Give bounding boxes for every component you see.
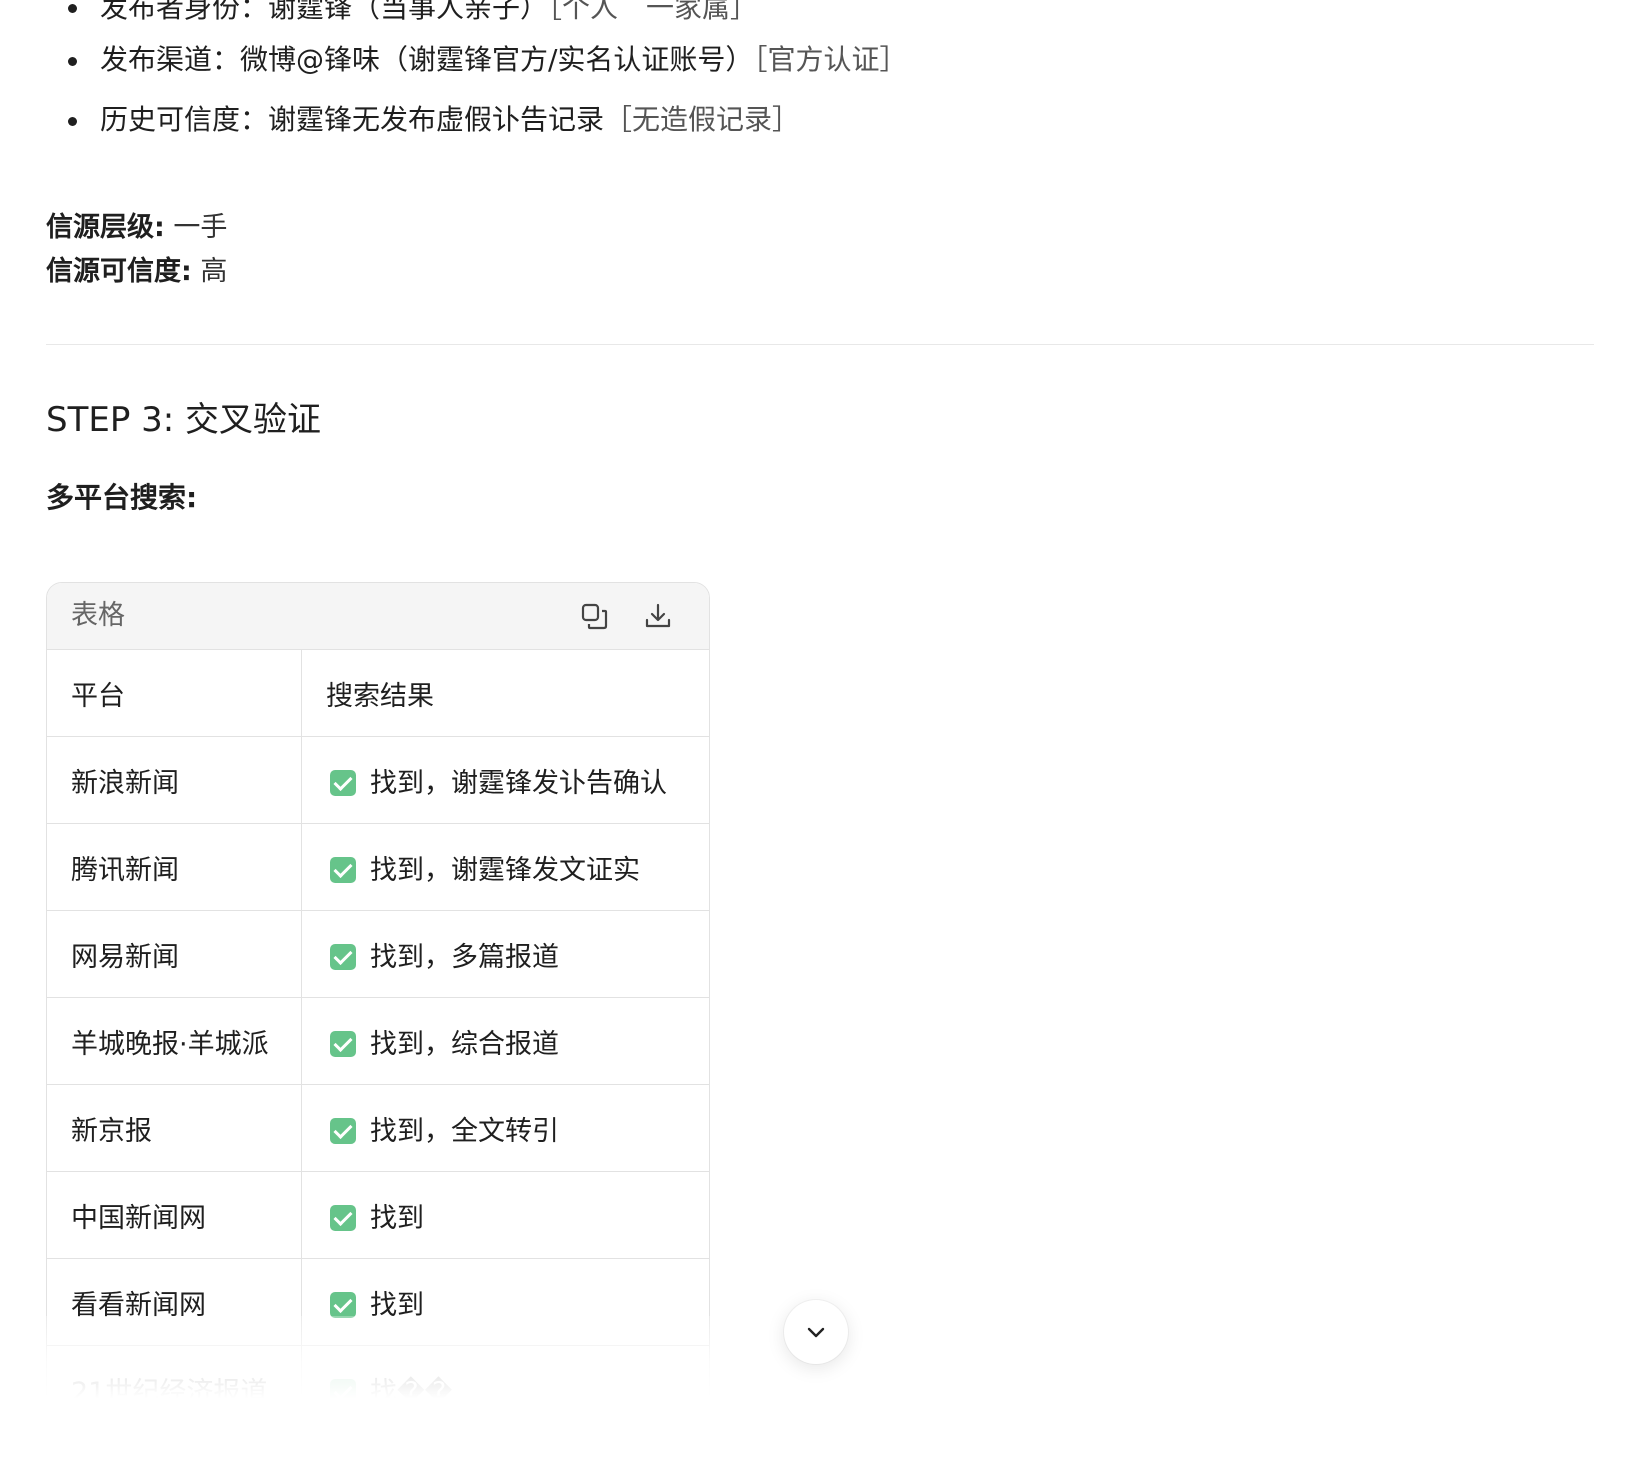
check-mark-icon	[330, 1117, 356, 1144]
table-row: 腾讯新闻 找到，谢霆锋发文证实	[47, 823, 709, 911]
result-cell: 找到	[301, 1171, 709, 1259]
source-credibility-label: 信源可信度:	[46, 256, 192, 287]
check-mark-icon	[330, 1204, 356, 1231]
check-mark-icon	[330, 943, 356, 970]
table-card: 表格 平台 搜索结果 新浪新闻 找到，谢霆锋发讣告确认 腾讯新闻 找到，谢霆锋发…	[46, 582, 710, 1404]
result-text: 找到，全文转引	[370, 1115, 559, 1147]
download-button[interactable]	[643, 601, 673, 631]
table-row: 新浪新闻 找到，谢霆锋发讣告确认	[47, 736, 709, 824]
subsection-heading: 多平台搜索:	[46, 481, 198, 514]
step-heading: STEP 3: 交叉验证	[46, 400, 322, 440]
platform-cell: 新浪新闻	[47, 736, 302, 824]
result-text: 找到，谢霆锋发文证实	[370, 854, 640, 886]
scroll-to-bottom-button[interactable]	[784, 1300, 848, 1364]
bullet-tag: ［无造假记录］	[604, 103, 801, 136]
result-text: 找到，多篇报道	[370, 941, 559, 973]
bullet-text: 发布者身份：谢霆锋（当事人亲子）	[100, 0, 549, 24]
chevron-down-icon	[807, 1327, 825, 1338]
column-header-result: 搜索结果	[301, 650, 709, 737]
list-item: 发布渠道：微博@锋味（谢霆锋官方/实名认证账号）［官方认证］	[46, 30, 907, 90]
source-credibility: 信源可信度: 高	[46, 250, 227, 294]
result-text: 找到，谢霆锋发讣告确认	[370, 767, 667, 799]
platform-cell: 腾讯新闻	[47, 823, 302, 911]
copy-button[interactable]	[579, 601, 609, 631]
platform-cell: 网易新闻	[47, 910, 302, 998]
source-credibility-value: 高	[200, 256, 228, 287]
column-header-platform: 平台	[47, 650, 302, 737]
check-mark-icon	[330, 1030, 356, 1057]
platform-cell: 中国新闻网	[47, 1171, 302, 1259]
result-text: 找到	[370, 1202, 424, 1234]
table-row: 网易新闻 找到，多篇报道	[47, 910, 709, 998]
table-row: 羊城晚报·羊城派 找到，综合报道	[47, 997, 709, 1085]
table-header-row: 平台 搜索结果	[47, 650, 709, 737]
search-results-table: 平台 搜索结果 新浪新闻 找到，谢霆锋发讣告确认腾讯新闻 找到，谢霆锋发文证实网易新…	[47, 650, 709, 1404]
bullet-tag: ［个人 一家属］	[548, 0, 759, 24]
bullet-text: 发布渠道：微博@锋味（谢霆锋官方/实名认证账号）	[100, 43, 754, 76]
check-mark-icon	[330, 1378, 356, 1403]
check-mark-icon	[330, 856, 356, 883]
source-level: 信源层级: 一手	[46, 206, 227, 250]
result-text: 找��	[370, 1376, 453, 1404]
table-row: 看看新闻网 找到	[47, 1258, 709, 1346]
bullet-tag: ［官方认证］	[753, 43, 908, 76]
result-cell: 找到，全文转引	[301, 1084, 709, 1172]
check-mark-icon	[330, 1291, 356, 1318]
result-text: 找到，综合报道	[370, 1028, 559, 1060]
table-title: 表格	[71, 600, 125, 631]
result-cell: 找到	[301, 1258, 709, 1346]
bullet-text: 历史可信度：谢霆锋无发布虚假讣告记录	[100, 103, 605, 136]
source-level-value: 一手	[173, 212, 228, 243]
copy-icon	[581, 603, 608, 630]
result-cell: 找到，综合报道	[301, 997, 709, 1085]
source-details-list: 发布者身份：谢霆锋（当事人亲子）［个人 一家属］ 发布渠道：微博@锋味（谢霆锋官…	[46, 0, 907, 150]
platform-cell: 看看新闻网	[47, 1258, 302, 1346]
table-row: 新京报 找到，全文转引	[47, 1084, 709, 1172]
result-cell: 找到，谢霆锋发文证实	[301, 823, 709, 911]
platform-cell: 21世纪经济报道	[47, 1345, 302, 1403]
platform-cell: 羊城晚报·羊城派	[47, 997, 302, 1085]
table-toolbar: 表格	[47, 583, 709, 650]
chat-response-content: 发布者身份：谢霆锋（当事人亲子）［个人 一家属］ 发布渠道：微博@锋味（谢霆锋官…	[0, 0, 1652, 1466]
section-divider	[46, 344, 1594, 345]
table-row: 21世纪经济报道找��	[47, 1345, 709, 1404]
result-cell: 找到，多篇报道	[301, 910, 709, 998]
result-cell: 找��	[301, 1345, 709, 1404]
platform-cell: 新京报	[47, 1084, 302, 1172]
list-item: 历史可信度：谢霆锋无发布虚假讣告记录［无造假记录］	[46, 90, 907, 150]
result-text: 找到	[370, 1289, 424, 1321]
check-mark-icon	[330, 769, 356, 796]
table-row: 中国新闻网 找到	[47, 1171, 709, 1259]
source-level-label: 信源层级:	[46, 212, 165, 243]
result-cell: 找到，谢霆锋发讣告确认	[301, 736, 709, 824]
list-item: 发布者身份：谢霆锋（当事人亲子）［个人 一家属］	[46, 0, 907, 26]
download-icon	[645, 603, 671, 628]
